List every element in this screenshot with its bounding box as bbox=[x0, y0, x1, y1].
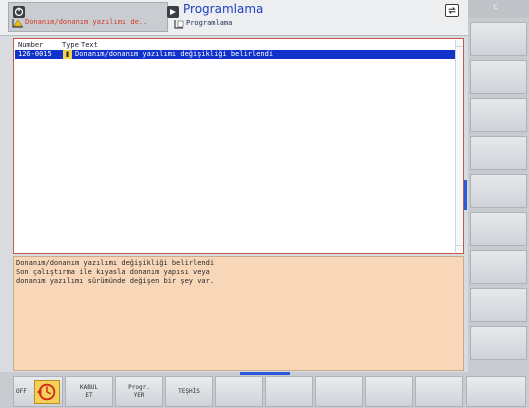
diagnosis-softkey[interactable]: TEŞHİS bbox=[165, 376, 213, 407]
softkey-bar-header: c bbox=[468, 0, 529, 18]
softkey-9[interactable] bbox=[415, 376, 463, 407]
off-icon bbox=[34, 380, 60, 404]
message-detail-pane: Donanım/donanım yazılımı değişikliği bel… bbox=[13, 256, 464, 371]
softkey-page-indicator bbox=[464, 180, 467, 210]
accept-softkey[interactable]: KABUL ET bbox=[65, 376, 113, 407]
softkey-8[interactable] bbox=[365, 376, 413, 407]
machine-mode-icon bbox=[13, 6, 25, 18]
vertical-softkey-1[interactable] bbox=[470, 22, 527, 56]
message-number: 126-0015 bbox=[18, 50, 52, 58]
machine-mode-tab[interactable]: Donanım/donanım yazılımı de.. bbox=[8, 2, 168, 32]
column-header-number[interactable]: Number bbox=[18, 41, 43, 49]
vertical-softkey-bar: c bbox=[468, 0, 529, 408]
program-position-softkey[interactable]: Progr. YER bbox=[115, 376, 163, 407]
vertical-softkey-7[interactable] bbox=[470, 250, 527, 284]
vertical-softkey-6[interactable] bbox=[470, 212, 527, 246]
screen-switch-icon[interactable] bbox=[445, 4, 459, 17]
softkey-bar-label: c bbox=[493, 2, 498, 11]
warning-icon bbox=[12, 19, 23, 28]
message-text: Donanım/donanım yazılımı değişikliği bel… bbox=[75, 50, 274, 58]
vertical-softkey-5[interactable] bbox=[470, 174, 527, 208]
file-icon bbox=[174, 20, 184, 29]
mode-header: Donanım/donanım yazılımı de.. Programlam… bbox=[0, 0, 468, 36]
softkey-7[interactable] bbox=[315, 376, 363, 407]
message-detail-text: Donanım/donanım yazılımı değişikliği bel… bbox=[16, 259, 215, 285]
softkey-10[interactable] bbox=[466, 376, 526, 407]
off-label: OFF bbox=[16, 387, 27, 395]
programming-mode-title: Programlama bbox=[183, 2, 264, 16]
vertical-softkey-3[interactable] bbox=[470, 98, 527, 132]
vertical-softkey-2[interactable] bbox=[470, 60, 527, 94]
list-header: Number Type Text bbox=[15, 41, 455, 50]
column-header-text[interactable]: Text bbox=[81, 41, 98, 49]
machine-mode-subtitle: Donanım/donanım yazılımı de.. bbox=[25, 18, 148, 26]
programming-mode-tab[interactable]: Programlama Programlama bbox=[166, 2, 436, 32]
softkey-row-indicator bbox=[240, 372, 290, 375]
list-scrollbar[interactable] bbox=[455, 40, 463, 252]
programming-mode-subtitle: Programlama bbox=[186, 19, 233, 27]
column-header-type[interactable]: Type bbox=[62, 41, 79, 49]
vertical-softkey-8[interactable] bbox=[470, 288, 527, 322]
info-icon bbox=[63, 50, 72, 59]
softkey-5[interactable] bbox=[215, 376, 263, 407]
vertical-softkey-4[interactable] bbox=[470, 136, 527, 170]
scroll-down-button[interactable] bbox=[456, 245, 463, 252]
vertical-softkey-9[interactable] bbox=[470, 326, 527, 360]
scroll-up-button[interactable] bbox=[456, 40, 463, 47]
error-message-list[interactable]: Number Type Text 126-0015 Donanım/donanı… bbox=[13, 38, 464, 254]
list-item[interactable]: 126-0015 Donanım/donanım yazılımı değişi… bbox=[15, 50, 456, 59]
softkey-6[interactable] bbox=[265, 376, 313, 407]
program-mode-icon bbox=[167, 6, 179, 18]
